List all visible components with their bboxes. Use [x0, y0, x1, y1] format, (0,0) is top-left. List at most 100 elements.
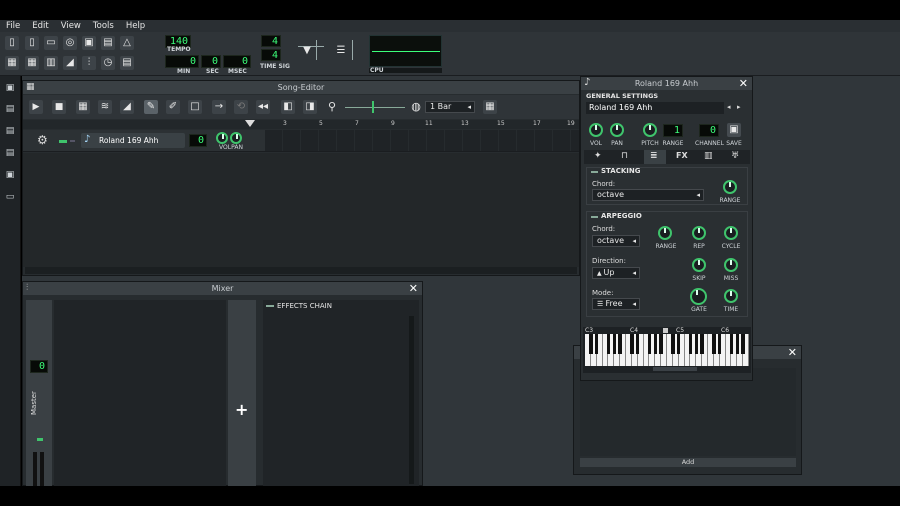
arp-cycle-knob[interactable]	[724, 226, 738, 240]
select-mode-icon[interactable]: □	[188, 100, 202, 114]
piano-black-key[interactable]	[589, 334, 593, 354]
piano-black-key[interactable]	[612, 334, 617, 354]
recent-projects-icon[interactable]: ◎	[63, 36, 77, 50]
track-solo-led[interactable]	[70, 140, 75, 142]
track-volume-knob[interactable]	[216, 132, 228, 144]
piano-black-key[interactable]	[653, 334, 658, 354]
pitch-knob[interactable]	[643, 123, 657, 137]
autoscroll-icon[interactable]: →	[212, 100, 226, 114]
mixer-close-icon[interactable]: ✕	[409, 282, 418, 295]
left-point-icon[interactable]: ◧	[281, 100, 295, 114]
zoom-slider[interactable]	[345, 107, 405, 108]
save-project-icon[interactable]: ▣	[82, 36, 96, 50]
timesig-denominator[interactable]: 4	[261, 49, 281, 61]
menu-tools[interactable]: Tools	[93, 21, 114, 31]
play-icon[interactable]: ▶	[29, 100, 43, 114]
preset-prev-icon[interactable]: ◂	[727, 103, 731, 111]
add-sample-track-icon[interactable]: ≋	[98, 100, 112, 114]
arp-chord-select[interactable]: octave ◂	[592, 235, 640, 247]
instrument-name-field[interactable]: Roland 169 Ahh	[586, 102, 724, 114]
piano-black-key[interactable]	[606, 334, 611, 354]
menu-file[interactable]: File	[6, 21, 20, 31]
tab-envelope-icon[interactable]: ⊓	[621, 151, 628, 161]
piano-black-key[interactable]	[694, 334, 699, 354]
arp-range-knob[interactable]	[658, 226, 672, 240]
piano-black-key[interactable]	[717, 334, 722, 354]
project-notes-icon[interactable]: ▤	[120, 56, 134, 70]
tab-fx[interactable]: FX	[676, 151, 688, 160]
right-point-icon[interactable]: ◨	[303, 100, 317, 114]
instrument-plugins-icon[interactable]: ▣	[4, 83, 16, 95]
menu-edit[interactable]: Edit	[32, 21, 48, 31]
arp-skip-knob[interactable]	[692, 258, 706, 272]
tab-tuning-icon[interactable]: ♅	[731, 151, 739, 161]
piano-black-key[interactable]	[729, 334, 734, 354]
stop-behaviour-icon[interactable]: ◂◂	[256, 100, 270, 114]
knife-mode-icon[interactable]: ✐	[166, 100, 180, 114]
piano-black-key[interactable]	[635, 334, 640, 354]
save-preset-icon[interactable]: ▣	[727, 123, 741, 137]
master-mute-led[interactable]	[37, 438, 43, 441]
new-project-icon[interactable]: ▯	[5, 36, 19, 50]
piano-black-key[interactable]	[659, 334, 663, 354]
piano-roll-icon[interactable]: ▥	[44, 56, 58, 70]
volume-knob[interactable]	[589, 123, 603, 137]
automation-editor-icon[interactable]: ◢	[63, 56, 77, 70]
piano-black-key[interactable]	[671, 334, 675, 354]
piano-black-key[interactable]	[700, 334, 704, 354]
master-pitch-slider[interactable]	[352, 40, 353, 60]
stacking-toggle[interactable]	[591, 171, 598, 173]
open-project-icon[interactable]: ▭	[44, 36, 58, 50]
piano-black-key[interactable]	[741, 334, 745, 354]
track-mute-led[interactable]	[59, 140, 67, 143]
add-channel-button[interactable]: +	[228, 300, 256, 486]
arp-time-knob[interactable]	[724, 289, 738, 303]
track-pattern-area[interactable]	[265, 130, 579, 151]
menu-help[interactable]: Help	[126, 21, 145, 31]
piano-black-key[interactable]	[688, 334, 693, 354]
oscilloscope[interactable]	[369, 35, 442, 67]
track-pan-knob[interactable]	[230, 132, 242, 144]
piano-keys[interactable]	[585, 334, 749, 366]
arp-repeat-knob[interactable]	[692, 226, 706, 240]
zoom-slider-handle[interactable]	[372, 101, 374, 113]
my-samples-icon[interactable]: ▤	[4, 126, 16, 138]
proportional-snap-icon[interactable]: ▦	[483, 100, 497, 114]
menu-view[interactable]: View	[61, 21, 81, 31]
pitch-range-lcd[interactable]: 1	[663, 124, 683, 137]
fx-add-button[interactable]: Add	[580, 458, 796, 467]
piano-black-key[interactable]	[594, 334, 599, 354]
midi-channel-lcd[interactable]: 0	[699, 124, 719, 137]
add-beat-track-icon[interactable]: ▦	[76, 100, 90, 114]
arp-direction-select[interactable]: ▲ Up ◂	[592, 267, 640, 279]
pan-knob[interactable]	[610, 123, 624, 137]
draw-mode-icon[interactable]: ✎	[144, 100, 158, 114]
my-home-icon[interactable]: ▣	[4, 170, 16, 182]
stop-icon[interactable]: ■	[52, 100, 66, 114]
new-from-template-icon[interactable]: ▯	[25, 36, 39, 50]
piano-scrollbar[interactable]	[653, 367, 697, 371]
arp-gate-knob[interactable]	[690, 288, 707, 305]
add-automation-track-icon[interactable]: ◢	[120, 100, 134, 114]
piano-black-key[interactable]	[630, 334, 634, 354]
my-projects-icon[interactable]: ▤	[4, 104, 16, 116]
piano-black-key[interactable]	[647, 334, 652, 354]
fx-chain-close-icon[interactable]: ✕	[788, 346, 797, 359]
timeline-ruler[interactable]: 3 5 7 9 11 13 15 17 19	[23, 120, 579, 129]
preset-next-icon[interactable]: ▸	[737, 103, 741, 111]
tab-midi-icon[interactable]: ▥	[704, 151, 713, 161]
piano-black-key[interactable]	[618, 334, 622, 354]
beat-editor-icon[interactable]: ▦	[25, 56, 39, 70]
piano-black-key[interactable]	[676, 334, 681, 354]
instrument-close-icon[interactable]: ✕	[739, 77, 748, 90]
export-icon[interactable]: ▤	[101, 36, 115, 50]
arp-miss-knob[interactable]	[724, 258, 738, 272]
master-channel-strip[interactable]: 0 Master	[26, 300, 52, 486]
arpeggio-toggle[interactable]	[591, 216, 598, 218]
track-name-button[interactable]: ♪ Roland 169 Ahh	[81, 133, 185, 148]
my-computer-icon[interactable]: ▭	[4, 192, 16, 204]
timesig-numerator[interactable]: 4	[261, 35, 281, 47]
song-editor-icon[interactable]: ▦	[5, 56, 19, 70]
controller-rack-icon[interactable]: ◷	[101, 56, 115, 70]
quantize-select[interactable]: 1 Bar ◂	[425, 101, 475, 113]
